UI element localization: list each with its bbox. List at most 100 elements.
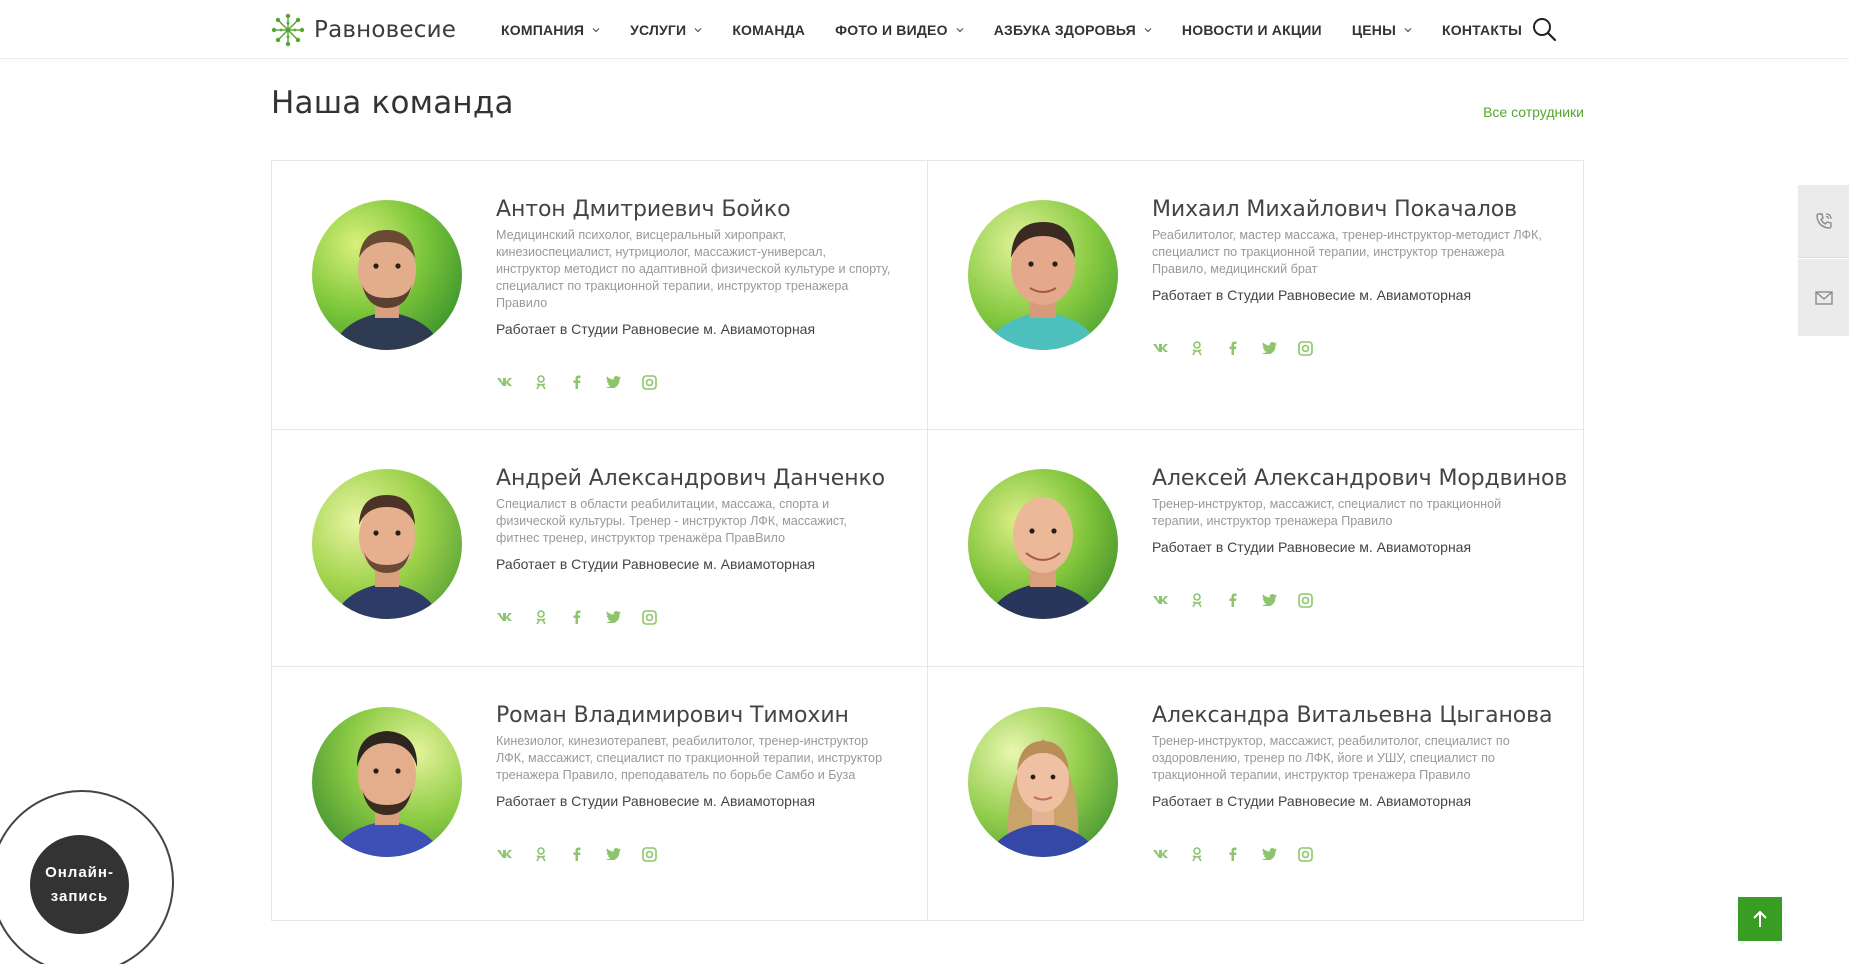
vk-icon[interactable]: [496, 608, 514, 626]
chevron-down-icon: [956, 27, 964, 32]
vk-icon[interactable]: [1152, 845, 1170, 863]
site-header: Равновесие КОМПАНИЯ УСЛУГИ КОМАНДА ФОТО …: [0, 0, 1849, 59]
team-member-location: Работает в Студии Равновесие м. Авиамото…: [496, 321, 816, 337]
nav-item-company[interactable]: КОМПАНИЯ: [501, 22, 600, 38]
team-member-info: Александра Витальевна Цыганова Тренер-ин…: [1152, 703, 1553, 863]
twitter-icon[interactable]: [1260, 339, 1278, 357]
nav-item-team[interactable]: КОМАНДА: [732, 22, 805, 38]
odnoklassniki-icon[interactable]: [532, 845, 550, 863]
vk-icon[interactable]: [1152, 339, 1170, 357]
vk-icon[interactable]: [496, 373, 514, 391]
chevron-down-icon: [592, 27, 600, 32]
social-links: [1152, 339, 1547, 357]
team-member-info: Роман Владимирович Тимохин Кинезиолог, к…: [496, 703, 891, 863]
team-member-name[interactable]: Алексей Александрович Мордвинов: [1152, 466, 1567, 492]
odnoklassniki-icon[interactable]: [1188, 591, 1206, 609]
team-member-photo: [968, 200, 1118, 350]
team-member-description: Реабилитолог, мастер массажа, тренер-инс…: [1152, 228, 1542, 276]
team-member-name[interactable]: Андрей Александрович Данченко: [496, 466, 891, 492]
online-booking-label: запись: [50, 887, 109, 905]
team-member-location: Работает в Студии Равновесие м. Авиамото…: [496, 556, 816, 572]
twitter-icon[interactable]: [1260, 591, 1278, 609]
social-links: [1152, 845, 1547, 863]
scroll-to-top-button[interactable]: [1738, 897, 1782, 941]
team-card: Антон Дмитриевич Бойко Медицинский психо…: [272, 161, 928, 430]
nav-item-label: УСЛУГИ: [630, 21, 687, 38]
nav-item-label: КОНТАКТЫ: [1442, 21, 1523, 38]
twitter-icon[interactable]: [604, 845, 622, 863]
team-member-description: Тренер-инструктор, массажист, специалист…: [1152, 497, 1502, 528]
instagram-icon[interactable]: [1296, 591, 1314, 609]
facebook-icon[interactable]: [568, 845, 586, 863]
facebook-icon[interactable]: [1224, 591, 1242, 609]
nav-item-prices[interactable]: ЦЕНЫ: [1352, 22, 1412, 38]
nav-item-news[interactable]: НОВОСТИ И АКЦИИ: [1182, 22, 1322, 38]
nav-item-photo-video[interactable]: ФОТО И ВИДЕО: [835, 22, 964, 38]
facebook-icon[interactable]: [568, 373, 586, 391]
team-member-location: Работает в Студии Равновесие м. Авиамото…: [1152, 287, 1472, 303]
facebook-icon[interactable]: [1224, 845, 1242, 863]
team-grid: Антон Дмитриевич Бойко Медицинский психо…: [271, 160, 1584, 921]
team-card: Андрей Александрович Данченко Специалист…: [272, 430, 928, 667]
nav-item-contacts[interactable]: КОНТАКТЫ: [1442, 22, 1522, 38]
nav-item-health-abc[interactable]: АЗБУКА ЗДОРОВЬЯ: [994, 22, 1152, 38]
team-member-info: Антон Дмитриевич Бойко Медицинский психо…: [496, 197, 891, 391]
search-icon: [1533, 18, 1557, 42]
nav-item-label: КОМПАНИЯ: [501, 21, 585, 38]
social-links: [496, 608, 891, 626]
team-member-name[interactable]: Михаил Михайлович Покачалов: [1152, 197, 1547, 223]
team-member-description: Медицинский психолог, висцеральный хироп…: [496, 228, 891, 310]
instagram-icon[interactable]: [640, 845, 658, 863]
chevron-down-icon: [1404, 27, 1412, 32]
page-title: Наша команда: [271, 85, 514, 121]
instagram-icon[interactable]: [1296, 845, 1314, 863]
social-links: [496, 373, 891, 391]
logo-icon: [271, 13, 305, 47]
nav-item-label: КОМАНДА: [732, 21, 806, 38]
team-member-location: Работает в Студии Равновесие м. Авиамото…: [496, 793, 816, 809]
all-employees-link[interactable]: Все сотрудники: [1483, 104, 1584, 120]
odnoklassniki-icon[interactable]: [1188, 339, 1206, 357]
arrow-up-icon: [1753, 910, 1767, 927]
team-member-name[interactable]: Антон Дмитриевич Бойко: [496, 197, 891, 223]
odnoklassniki-icon[interactable]: [532, 373, 550, 391]
site-logo[interactable]: Равновесие: [270, 12, 456, 48]
social-links: [1152, 591, 1547, 609]
team-member-info: Андрей Александрович Данченко Специалист…: [496, 466, 891, 626]
team-member-photo: [312, 200, 462, 350]
twitter-icon[interactable]: [604, 608, 622, 626]
team-card: Алексей Александрович Мордвинов Тренер-и…: [928, 430, 1584, 667]
instagram-icon[interactable]: [640, 608, 658, 626]
team-member-location: Работает в Студии Равновесие м. Авиамото…: [1152, 793, 1472, 809]
team-member-photo: [968, 469, 1118, 619]
online-booking-label: Онлайн-: [45, 863, 114, 881]
vk-icon[interactable]: [1152, 591, 1170, 609]
logo-text: Равновесие: [314, 17, 457, 43]
facebook-icon[interactable]: [568, 608, 586, 626]
odnoklassniki-icon[interactable]: [1188, 845, 1206, 863]
nav-item-label: АЗБУКА ЗДОРОВЬЯ: [993, 21, 1136, 38]
team-member-name[interactable]: Роман Владимирович Тимохин: [496, 703, 891, 729]
odnoklassniki-icon[interactable]: [532, 608, 550, 626]
facebook-icon[interactable]: [1224, 339, 1242, 357]
instagram-icon[interactable]: [1296, 339, 1314, 357]
team-card: Михаил Михайлович Покачалов Реабилитолог…: [928, 161, 1584, 430]
team-member-description: Тренер-инструктор, массажист, реабилитол…: [1152, 734, 1510, 782]
nav-item-label: ЦЕНЫ: [1351, 21, 1396, 38]
twitter-icon[interactable]: [1260, 845, 1278, 863]
team-card: Александра Витальевна Цыганова Тренер-ин…: [928, 667, 1584, 920]
nav-item-services[interactable]: УСЛУГИ: [630, 22, 702, 38]
main-nav: КОМПАНИЯ УСЛУГИ КОМАНДА ФОТО И ВИДЕО АЗБ…: [501, 0, 1552, 59]
vk-icon[interactable]: [496, 845, 514, 863]
search-button[interactable]: [1530, 15, 1558, 43]
twitter-icon[interactable]: [604, 373, 622, 391]
email-button[interactable]: [1798, 259, 1849, 336]
instagram-icon[interactable]: [640, 373, 658, 391]
chevron-down-icon: [1144, 27, 1152, 32]
online-booking-button[interactable]: Онлайн- запись: [30, 835, 129, 934]
chevron-down-icon: [694, 27, 702, 32]
team-member-name[interactable]: Александра Витальевна Цыганова: [1152, 703, 1553, 729]
mail-icon: [1814, 290, 1833, 305]
callback-button[interactable]: [1798, 185, 1849, 258]
team-member-info: Алексей Александрович Мордвинов Тренер-и…: [1152, 466, 1567, 609]
